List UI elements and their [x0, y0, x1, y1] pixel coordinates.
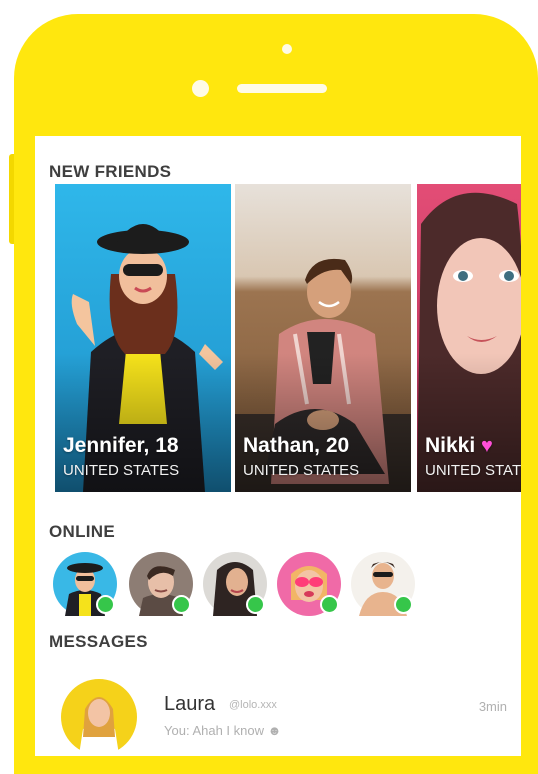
friend-card-jennifer[interactable]: Jennifer, 18 UNITED STATES — [55, 184, 231, 492]
message-sender-name: Laura — [164, 693, 216, 715]
friend-card-nathan[interactable]: Nathan, 20 UNITED STATES — [235, 184, 411, 492]
new-friends-heading: NEW FRIENDS — [49, 162, 172, 181]
message-preview-text: You: Ahah I know — [164, 723, 264, 738]
message-sender-handle: @lolo.xxx — [229, 699, 277, 711]
friend-country: UNITED STATES — [243, 462, 360, 479]
friend-card-nikki[interactable]: Nikki ♥ UNITED STATES — [417, 184, 521, 492]
online-heading: ONLINE — [49, 522, 116, 541]
laura-avatar-icon — [61, 679, 137, 755]
app-screen: NEW FRIENDS Jennifer, 18 UNITED STATES N… — [35, 136, 521, 756]
friend-name: Nathan, 20 — [243, 434, 350, 457]
message-time: 3min — [478, 699, 507, 714]
online-status-dot — [96, 595, 115, 614]
online-user-avatar[interactable] — [277, 552, 341, 616]
online-user-avatar[interactable] — [203, 552, 267, 616]
online-user-avatar[interactable] — [129, 552, 193, 616]
online-status-dot — [394, 595, 413, 614]
friend-country: UNITED STATES — [63, 462, 180, 479]
emoji-icon: ☻ — [267, 723, 282, 738]
sensor-icon — [192, 80, 209, 97]
speaker-grille-icon — [237, 84, 327, 93]
friend-name: Jennifer, 18 — [63, 434, 179, 457]
heart-icon: ♥ — [481, 435, 493, 457]
friend-name: Nikki ♥ — [425, 434, 493, 458]
messages-heading: MESSAGES — [49, 632, 148, 651]
online-user-avatar[interactable] — [53, 552, 117, 616]
online-users-row — [53, 552, 473, 624]
message-row-laura[interactable]: Laura @lolo.xxx 3min You: Ahah I know ☻ — [55, 671, 507, 755]
online-status-dot — [320, 595, 339, 614]
friend-name-text: Nikki — [425, 434, 476, 457]
online-status-dot — [246, 595, 265, 614]
friend-country: UNITED STATES — [425, 462, 521, 479]
front-camera-icon — [282, 44, 292, 54]
online-status-dot — [172, 595, 191, 614]
online-user-avatar[interactable] — [351, 552, 415, 616]
message-preview: You: Ahah I know ☻ — [164, 723, 281, 738]
